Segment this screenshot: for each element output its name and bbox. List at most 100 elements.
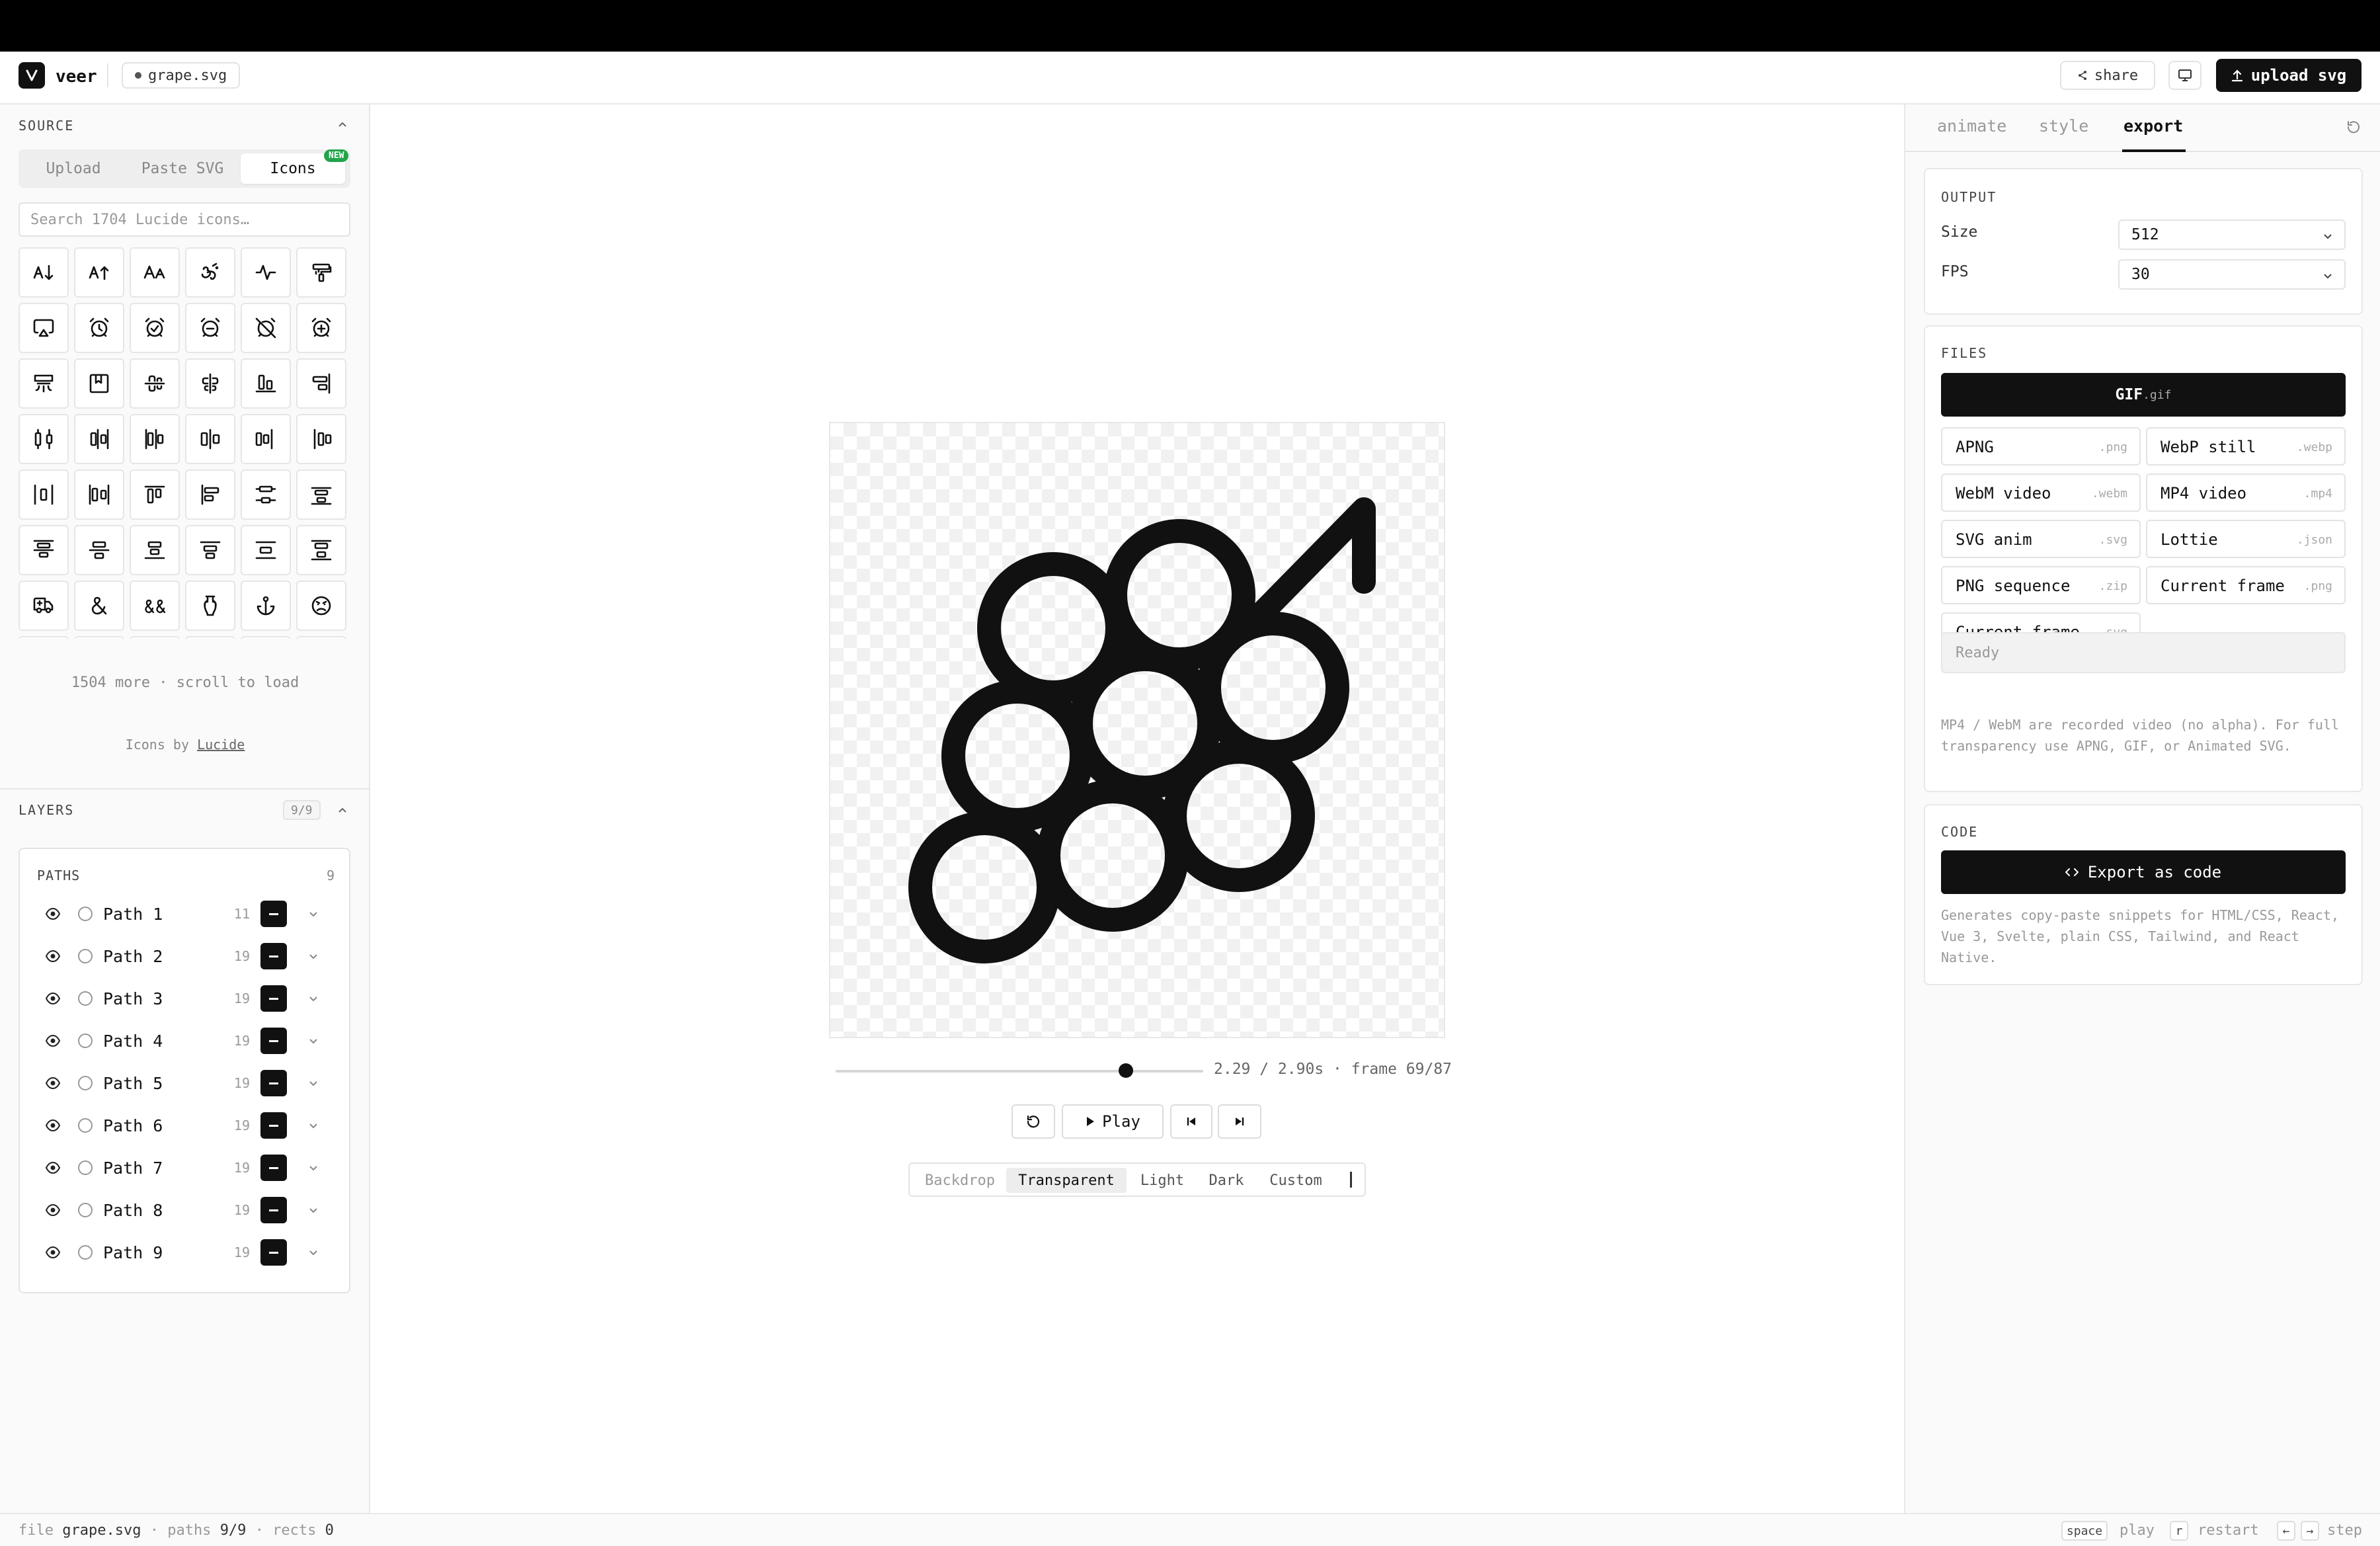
align-vertical-space-around-icon[interactable] [241,525,291,575]
alarm-clock-off-icon[interactable] [241,303,291,353]
layer-row[interactable]: Path 3 19 [20,977,349,1020]
align-end-vertical-icon[interactable] [296,358,346,409]
align-horizontal-justify-start-icon[interactable] [296,414,346,464]
export-format-button[interactable]: PNG sequence .zip [1941,566,2141,604]
step-back-button[interactable] [1170,1104,1212,1139]
align-horizontal-space-between-icon[interactable] [74,469,124,520]
layer-row[interactable]: Path 4 19 [20,1020,349,1062]
ampersand-icon[interactable] [74,581,124,631]
icon-cell-partial[interactable] [241,636,291,639]
eye-icon[interactable] [45,1034,61,1047]
layer-color-swatch[interactable] [260,943,287,969]
icon-cell-partial[interactable] [19,636,69,639]
layer-row[interactable]: Path 6 19 [20,1104,349,1147]
chevron-down-icon[interactable] [307,1203,320,1217]
icon-cell-partial[interactable] [185,636,235,639]
air-vent-icon[interactable] [19,358,69,409]
chevron-down-icon[interactable] [307,950,320,963]
chevron-down-icon[interactable] [307,1119,320,1132]
share-button[interactable]: share [2060,61,2155,90]
export-format-button[interactable]: WebP still .webp [2146,427,2346,466]
align-horizontal-distribute-center-icon[interactable] [19,414,69,464]
align-horizontal-distribute-end-icon[interactable] [74,414,124,464]
collapse-source-chevron-up-icon[interactable] [336,118,349,131]
export-gif-button[interactable]: GIF .gif [1941,373,2346,417]
eye-icon[interactable] [45,1203,61,1217]
eye-icon[interactable] [45,907,61,920]
layer-row[interactable]: Path 8 19 [20,1189,349,1231]
export-format-button[interactable]: WebM video .webm [1941,473,2141,512]
align-vertical-justify-start-icon[interactable] [185,525,235,575]
align-center-vertical-icon[interactable] [185,358,235,409]
collapse-layers-chevron-up-icon[interactable] [336,803,349,817]
export-format-button[interactable]: APNG .png [1941,427,2141,466]
eye-icon[interactable] [45,992,61,1005]
chevron-down-icon[interactable] [307,1077,320,1090]
icon-cell-partial[interactable] [130,636,180,639]
alarm-clock-icon[interactable] [74,303,124,353]
layer-row[interactable]: Path 5 19 [20,1062,349,1104]
backdrop-dark[interactable]: Dark [1197,1168,1256,1193]
export-format-button[interactable]: MP4 video .mp4 [2146,473,2346,512]
layer-select-radio[interactable] [78,1160,93,1175]
tab-style[interactable]: style [2039,116,2088,136]
case-sensitive-icon[interactable] [130,247,180,298]
arrow-up-a-z-icon[interactable] [74,247,124,298]
airplay-icon[interactable] [19,303,69,353]
layer-select-radio[interactable] [78,907,93,921]
eye-icon[interactable] [45,1119,61,1132]
layer-select-radio[interactable] [78,991,93,1006]
chevron-down-icon[interactable] [307,1034,320,1047]
play-button[interactable]: Play [1062,1104,1164,1139]
eye-icon[interactable] [45,1161,61,1174]
align-vertical-distribute-start-icon[interactable] [19,525,69,575]
backdrop-light[interactable]: Light [1130,1168,1194,1193]
veer-logo-icon[interactable] [19,62,45,89]
preview-button[interactable] [2168,61,2202,90]
tab-upload[interactable]: Upload [24,153,123,184]
chevron-down-icon[interactable] [307,1161,320,1174]
export-format-button[interactable]: SVG anim .svg [1941,520,2141,558]
align-horizontal-justify-center-icon[interactable] [185,414,235,464]
upload-svg-button[interactable]: upload svg [2216,59,2361,92]
icon-cell-partial[interactable] [296,636,346,639]
file-chip[interactable]: grape.svg [122,62,241,89]
amphora-icon[interactable] [185,581,235,631]
custom-color-swatch[interactable] [1350,1172,1352,1188]
activity-icon[interactable] [241,247,291,298]
layer-color-swatch[interactable] [260,1112,287,1139]
om-icon[interactable] [185,247,235,298]
export-as-code-button[interactable]: Export as code [1941,850,2346,894]
align-horizontal-distribute-start-icon[interactable] [130,414,180,464]
align-end-horizontal-icon[interactable] [241,358,291,409]
eye-icon[interactable] [45,1077,61,1090]
angry-icon[interactable] [296,581,346,631]
backdrop-transparent[interactable]: Transparent [1006,1168,1127,1193]
size-select[interactable]: 512 [2118,220,2346,250]
timeline-scrubber-handle[interactable] [1119,1063,1134,1078]
tab-export[interactable]: export [2123,116,2183,136]
layer-row[interactable]: Path 7 19 [20,1147,349,1189]
layer-color-swatch[interactable] [260,901,287,927]
layer-color-swatch[interactable] [260,1239,287,1266]
fps-select[interactable]: 30 [2118,259,2346,290]
icon-cell-partial[interactable] [74,636,124,639]
lucide-link[interactable]: Lucide [197,737,245,753]
layer-select-radio[interactable] [78,1118,93,1133]
layer-color-swatch[interactable] [260,1155,287,1181]
anchor-icon[interactable] [241,581,291,631]
layer-color-swatch[interactable] [260,1070,287,1096]
paint-roller-icon[interactable] [296,247,346,298]
alarm-clock-check-icon[interactable] [130,303,180,353]
layer-select-radio[interactable] [78,1245,93,1260]
icon-search-input[interactable] [19,202,350,237]
layer-select-radio[interactable] [78,949,93,963]
align-vertical-justify-center-icon[interactable] [74,525,124,575]
chevron-down-icon[interactable] [307,907,320,920]
chevron-down-icon[interactable] [307,1246,320,1259]
step-forward-button[interactable] [1218,1104,1261,1139]
layer-select-radio[interactable] [78,1076,93,1090]
restart-button[interactable] [1012,1104,1055,1139]
eye-icon[interactable] [45,950,61,963]
layer-select-radio[interactable] [78,1203,93,1217]
